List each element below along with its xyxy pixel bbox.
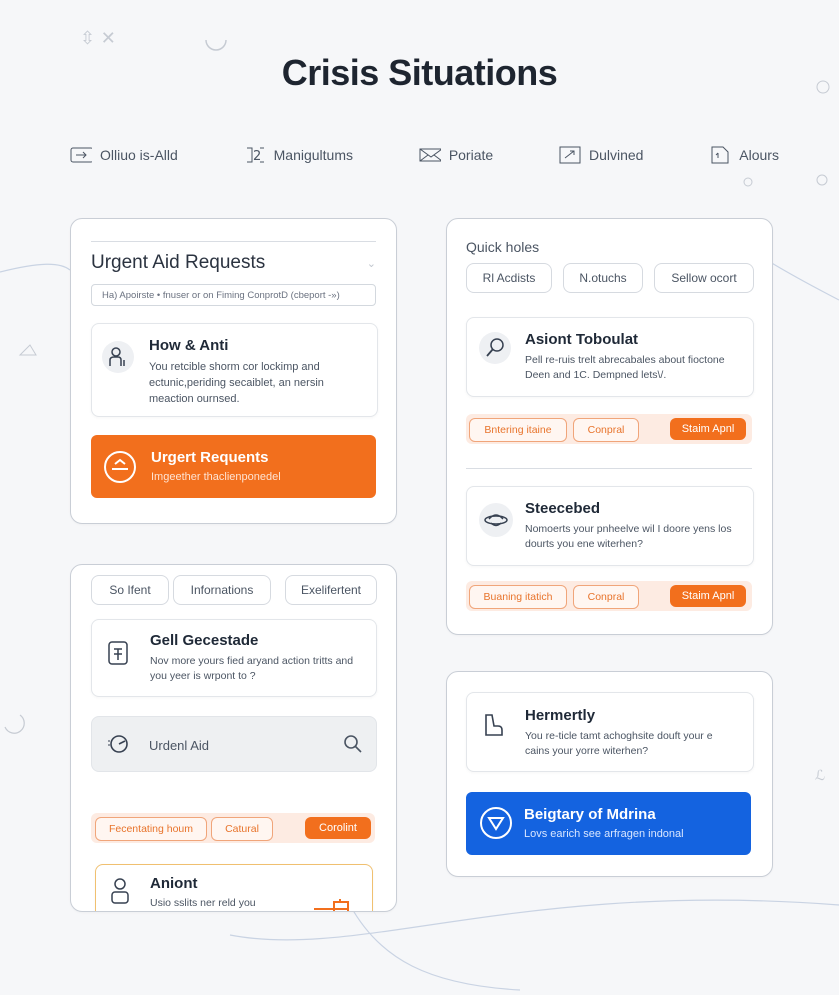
svg-text:ℒ: ℒ — [815, 768, 825, 784]
boot-icon — [481, 711, 507, 739]
urgent-aid-card: Urgent Aid Requests ⌄ Ha) Apoirste • fnu… — [70, 218, 397, 524]
tag[interactable]: Conpral — [573, 418, 639, 442]
item-heading: Hermertly — [525, 707, 596, 724]
search-icon[interactable] — [342, 733, 364, 755]
chevron-down-icon[interactable]: ⌄ — [367, 257, 376, 270]
item-body: Usio sslits ner reld you — [150, 897, 256, 909]
document-icon — [106, 640, 130, 666]
tag[interactable]: Conpral — [573, 585, 639, 609]
tag-row-1: Bntering itaine Conpral Staim Apnl — [466, 414, 752, 444]
blue-banner[interactable]: Beigtary of Mdrina Lovs earich see arfra… — [466, 792, 751, 855]
nav-item-2[interactable]: 2 Manigultums — [244, 146, 353, 164]
tag[interactable]: Bntering itaine — [469, 418, 567, 442]
nav-label: Poriate — [448, 147, 494, 163]
pill-filter-3[interactable]: Exelifertent — [285, 575, 377, 605]
document-icon — [709, 146, 731, 164]
person-icon — [102, 341, 134, 373]
expand-icon — [559, 146, 581, 164]
nav-item-5[interactable]: Alours — [709, 146, 779, 164]
svg-text:⇳ ✕: ⇳ ✕ — [80, 28, 116, 49]
nav-item-1[interactable]: Olliuo is-Alld — [70, 146, 178, 164]
pill-filter-1[interactable]: Rl Acdists — [466, 263, 552, 293]
claim-button[interactable]: Staim Apnl — [670, 585, 746, 607]
item-body: Pell re-ruis trelt abrecabales about fio… — [525, 354, 725, 381]
tag[interactable]: Catural — [211, 817, 273, 841]
nav-label: Olliuo is-Alld — [100, 147, 178, 163]
tag-row: Fecentating houm Catural Corolint — [91, 813, 375, 843]
number-two-icon: 2 — [244, 146, 266, 164]
urgent-aid-search[interactable]: Urdenl Aid — [91, 716, 377, 772]
search-label: Urdenl Aid — [149, 738, 209, 753]
pill-filter-1[interactable]: So Ifent — [91, 575, 169, 605]
tag[interactable]: Fecentating houm — [95, 817, 207, 841]
nav-label: Alours — [739, 147, 779, 163]
banner-body: Imgeether thaclienponedel — [151, 471, 281, 483]
item-heading: Steecebed — [525, 500, 601, 517]
filter-icon — [479, 806, 513, 840]
pill-filter-3[interactable]: Sellow ocort — [654, 263, 754, 293]
information-card: So Ifent Infornations Exelifertent Gell … — [70, 564, 397, 912]
page-title: Crisis Situations — [281, 52, 558, 93]
item-body: You re-ticle tamt achoghsite douft your … — [525, 730, 713, 757]
card-title: Quick holes — [466, 239, 540, 255]
search-input[interactable]: Ha) Apoirste • fnuser or on Fiming Conpr… — [91, 284, 376, 306]
banner-heading: Beigtary of Mdrina — [524, 806, 656, 823]
top-nav: Olliuo is-Alld 2 Manigultums Poriate Dul… — [70, 146, 779, 164]
quick-holes-card: Quick holes Rl Acdists N.otuchs Sellow o… — [446, 218, 773, 635]
page: { "page": { "title": "Crisis Situations"… — [0, 0, 839, 995]
item-heading: Aniont — [150, 875, 198, 892]
aid-item-2[interactable]: Steecebed Nomoerts your pnheelve wil I d… — [466, 486, 754, 566]
item-body: You retcible shorm cor lockimp and ectun… — [149, 361, 324, 405]
item-body: Nov more yours fied aryand action tritts… — [150, 655, 354, 682]
tag-row-2: Buaning itatich Conpral Staim Apnl — [466, 581, 752, 611]
nav-label: Dulvined — [588, 147, 644, 163]
info-item[interactable]: Gell Gecestade Nov more yours fied aryan… — [91, 619, 377, 697]
item-heading: Asiont Toboulat — [525, 331, 639, 348]
divider — [91, 241, 376, 242]
alert-face-icon — [103, 450, 137, 484]
nav-item-3[interactable]: Poriate — [419, 146, 493, 164]
person-icon — [108, 877, 132, 905]
item-heading: Gell Gecestade — [150, 632, 259, 649]
shopping-cart-icon — [312, 897, 356, 911]
urgent-requests-banner[interactable]: Urgert Requents Imgeether thaclienponede… — [91, 435, 376, 498]
banner-body: Lovs earich see arfragen indonal — [524, 828, 684, 840]
hermertly-card: Hermertly You re-ticle tamt achoghsite d… — [446, 671, 773, 877]
divider — [466, 468, 752, 469]
nav-label: Manigultums — [273, 147, 353, 163]
gauge-icon — [106, 732, 130, 756]
aid-item-1[interactable]: Asiont Toboulat Pell re-ruis trelt abrec… — [466, 317, 754, 397]
arrow-right-icon — [70, 146, 92, 164]
banner-heading: Urgert Requents — [151, 449, 269, 466]
hat-icon — [479, 503, 513, 537]
bottom-item[interactable]: Aniont Usio sslits ner reld you — [95, 864, 373, 911]
contact-button[interactable]: Corolint — [305, 817, 371, 839]
request-item[interactable]: How & Anti You retcible shorm cor lockim… — [91, 323, 378, 417]
pill-filter-2[interactable]: N.otuchs — [563, 263, 643, 293]
item-body: Nomoerts your pnheelve wil I doore yens … — [525, 523, 732, 550]
item-heading: How & Anti — [149, 337, 229, 354]
mail-icon — [419, 146, 441, 164]
herm-item[interactable]: Hermertly You re-ticle tamt achoghsite d… — [466, 692, 754, 772]
card-title: Urgent Aid Requests — [91, 252, 266, 273]
nav-item-4[interactable]: Dulvined — [559, 146, 643, 164]
search-person-icon — [479, 332, 511, 364]
claim-button[interactable]: Staim Apnl — [670, 418, 746, 440]
pill-filter-2[interactable]: Infornations — [173, 575, 271, 605]
tag[interactable]: Buaning itatich — [469, 585, 567, 609]
